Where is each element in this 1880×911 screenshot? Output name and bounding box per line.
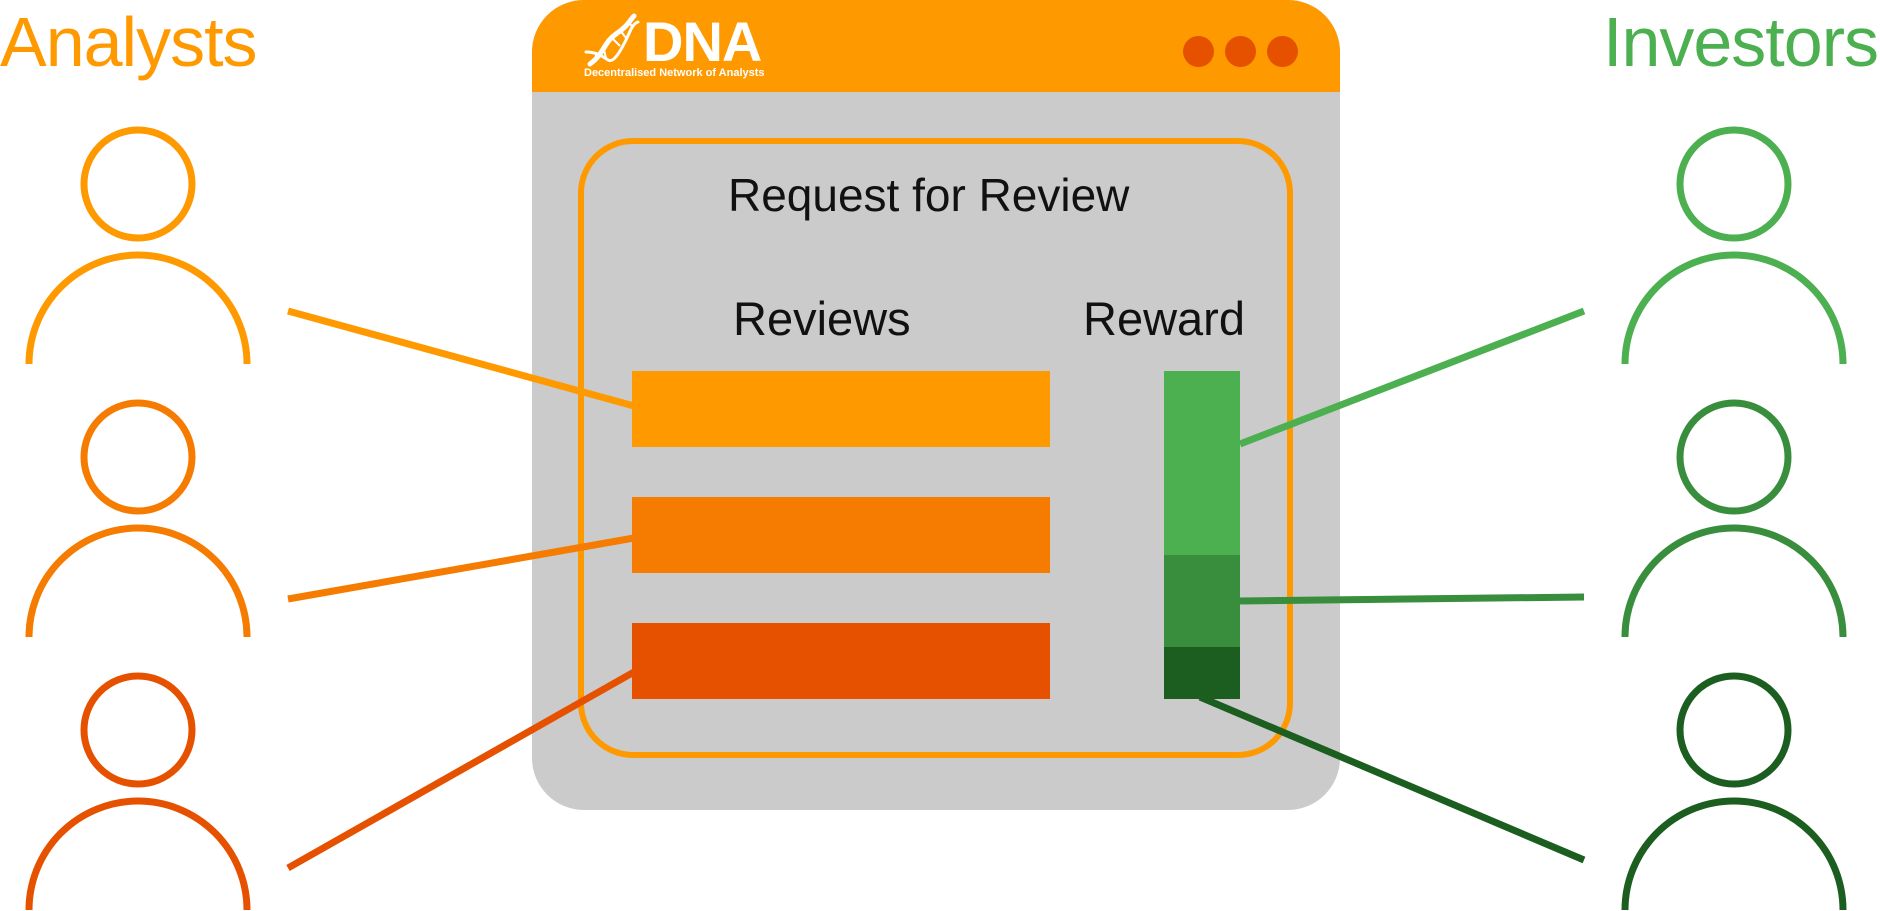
connector-analyst-3 — [286, 668, 636, 872]
review-bar-3[interactable] — [632, 623, 1050, 699]
diagram-canvas: Analysts Investors DNA Decentralised Net… — [0, 0, 1880, 911]
investor-3-person-icon[interactable] — [1621, 672, 1847, 911]
investor-1-person-icon[interactable] — [1621, 126, 1847, 365]
reward-label: Reward — [1083, 292, 1245, 345]
connector-investor-2 — [1239, 593, 1585, 605]
review-bar-2[interactable] — [632, 497, 1050, 573]
reward-segment-1[interactable] — [1164, 371, 1240, 555]
reward-segment-3[interactable] — [1164, 647, 1240, 699]
reward-bar — [1164, 371, 1240, 699]
panel-title: Request for Review — [728, 169, 1130, 221]
reviews-label: Reviews — [733, 292, 911, 345]
analyst-3-person-icon[interactable] — [25, 672, 251, 911]
investor-2-person-icon[interactable] — [1621, 399, 1847, 638]
diagram-graphics — [25, 126, 1847, 911]
review-bar-1[interactable] — [632, 371, 1050, 447]
connector-investor-3 — [1198, 693, 1586, 864]
analyst-1-person-icon[interactable] — [25, 126, 251, 365]
analyst-2-person-icon[interactable] — [25, 399, 251, 638]
reward-segment-2[interactable] — [1164, 555, 1240, 647]
